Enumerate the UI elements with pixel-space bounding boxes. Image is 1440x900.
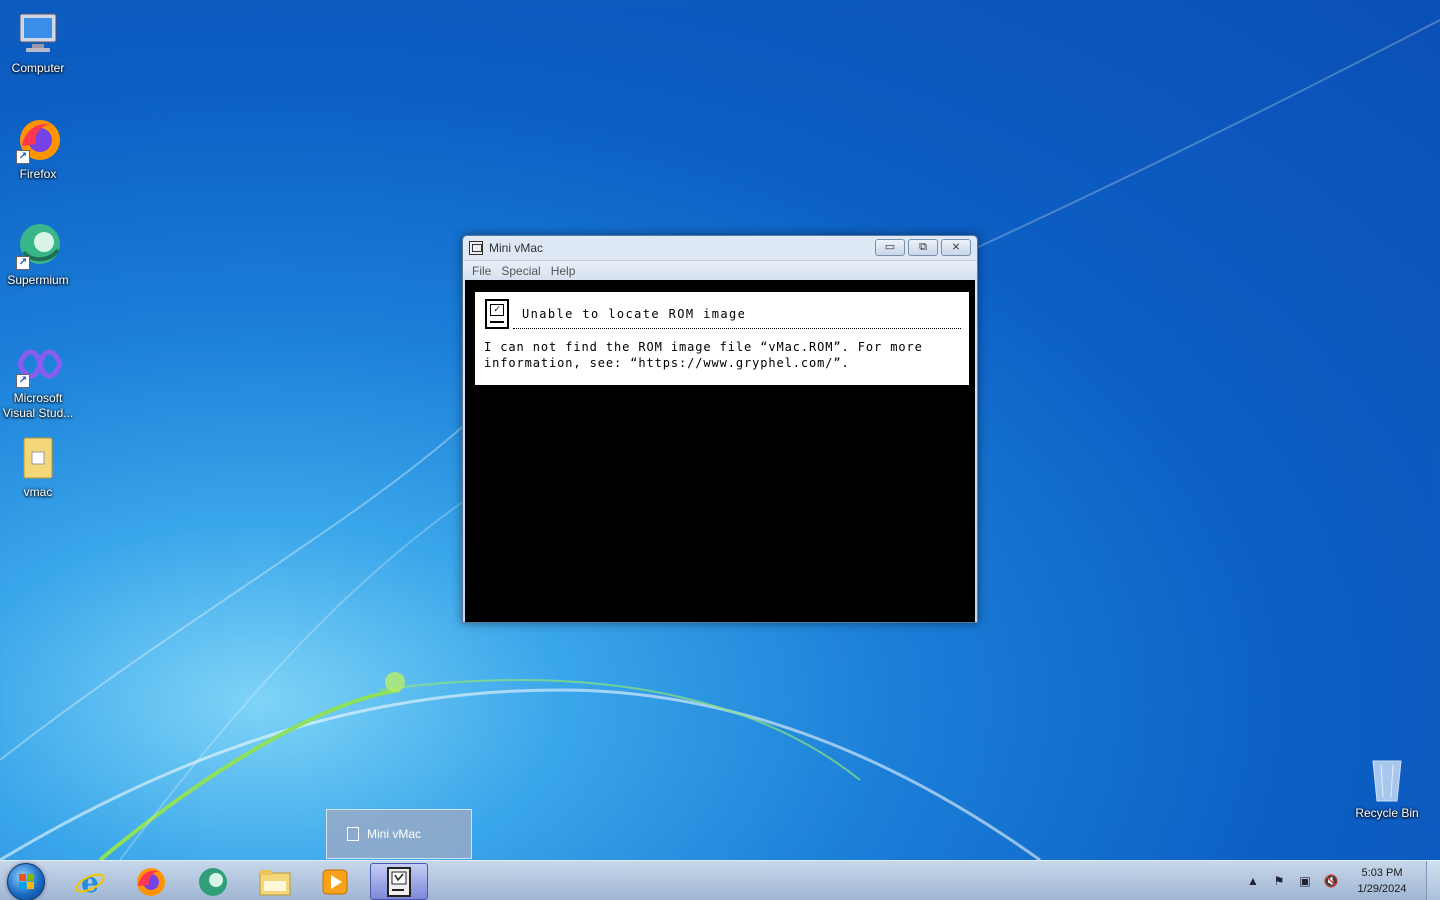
- menu-file[interactable]: File: [467, 264, 496, 278]
- taskbar-firefox[interactable]: [122, 863, 180, 900]
- taskbar-thumbnail-mini-vmac[interactable]: Mini vMac: [326, 809, 472, 859]
- desktop-icon-label: vmac: [23, 485, 53, 499]
- mini-vmac-window[interactable]: Mini vMac ▭ ⧉ ⨯ File Special Help ✓ Unab…: [462, 235, 978, 623]
- menu-bar: File Special Help: [463, 260, 977, 280]
- network-icon[interactable]: ▣: [1297, 873, 1313, 889]
- supermium-icon: [199, 867, 227, 896]
- svg-text:e: e: [81, 866, 99, 898]
- taskbar: e ▲ ⚑ ▣ 🔇 5:03 PM 1/29/2024: [0, 860, 1440, 900]
- desktop-icon-firefox[interactable]: ↗ Firefox: [0, 116, 76, 182]
- shortcut-arrow-icon: ↗: [16, 374, 30, 388]
- thumbnail-label: Mini vMac: [367, 827, 422, 841]
- maximize-button[interactable]: ⧉: [908, 239, 938, 256]
- alert-message: I can not find the ROM image file “vMac.…: [484, 339, 960, 371]
- media-player-icon: [322, 869, 348, 894]
- system-tray: ▲ ⚑ ▣ 🔇 5:03 PM 1/29/2024: [1240, 861, 1440, 900]
- taskbar-supermium[interactable]: [184, 863, 242, 900]
- volume-muted-icon[interactable]: 🔇: [1323, 873, 1339, 889]
- supermium-icon: ↗: [14, 222, 62, 270]
- internet-explorer-icon: e: [75, 866, 105, 898]
- mac-alert-icon: ✓: [485, 299, 509, 329]
- emulator-screen[interactable]: ✓ Unable to locate ROM image I can not f…: [465, 280, 975, 622]
- rom-error-alert: ✓ Unable to locate ROM image I can not f…: [475, 292, 969, 385]
- mini-vmac-icon: [469, 241, 483, 255]
- clock-date: 1/29/2024: [1357, 883, 1407, 895]
- desktop-icon-label: Computer: [11, 61, 65, 75]
- firefox-icon: ↗: [14, 116, 62, 164]
- shortcut-arrow-icon: ↗: [16, 150, 30, 164]
- desktop-icon-computer[interactable]: Computer: [0, 10, 76, 76]
- mini-vmac-icon: [387, 866, 411, 897]
- desktop-icon-vmac-folder[interactable]: vmac: [0, 434, 76, 500]
- firefox-icon: [137, 867, 165, 896]
- desktop-icon-label: Supermium: [7, 273, 69, 287]
- shortcut-arrow-icon: ↗: [16, 256, 30, 270]
- alert-message-line: I can not find the ROM image file “vMac.…: [484, 340, 923, 354]
- desktop-icon-supermium[interactable]: ↗ Supermium: [0, 222, 76, 288]
- windows-logo-icon: [19, 874, 35, 890]
- taskbar-media-player[interactable]: [306, 863, 364, 900]
- minimize-button[interactable]: ▭: [875, 239, 905, 256]
- desktop-icon-label: Recycle Bin: [1355, 806, 1419, 820]
- computer-icon: [14, 10, 62, 58]
- show-hidden-icons-icon[interactable]: ▲: [1245, 873, 1261, 889]
- taskbar-file-explorer[interactable]: [246, 863, 304, 900]
- desktop-icon-label: Firefox: [19, 167, 57, 181]
- alert-message-line: information, see: “https://www.gryphel.c…: [484, 356, 850, 370]
- visual-studio-icon: ↗: [14, 340, 63, 388]
- show-desktop-button[interactable]: [1426, 861, 1440, 900]
- desktop-icon-recycle-bin[interactable]: Recycle Bin: [1349, 755, 1425, 821]
- taskbar-internet-explorer[interactable]: e: [61, 863, 119, 900]
- taskbar-mini-vmac[interactable]: [370, 863, 428, 900]
- action-center-flag-icon[interactable]: ⚑: [1271, 873, 1287, 889]
- alert-title: Unable to locate ROM image: [522, 307, 747, 321]
- window-titlebar[interactable]: Mini vMac ▭ ⧉ ⨯: [463, 236, 977, 260]
- file-explorer-icon: [259, 869, 291, 895]
- alert-divider: [513, 328, 961, 329]
- desktop-icon-visual-studio[interactable]: ↗ Microsoft Visual Stud...: [0, 340, 76, 421]
- folder-icon: [14, 434, 62, 482]
- close-button[interactable]: ⨯: [941, 239, 971, 256]
- start-button[interactable]: [7, 863, 45, 900]
- window-title: Mini vMac: [489, 241, 544, 255]
- mini-vmac-icon: [347, 827, 359, 841]
- menu-special[interactable]: Special: [496, 264, 545, 278]
- recycle-bin-icon: [1363, 755, 1411, 803]
- clock-time: 5:03 PM: [1361, 867, 1403, 879]
- desktop-icon-label: Microsoft Visual Stud...: [2, 391, 74, 420]
- menu-help[interactable]: Help: [546, 264, 581, 278]
- clock[interactable]: 5:03 PM 1/29/2024: [1344, 865, 1420, 897]
